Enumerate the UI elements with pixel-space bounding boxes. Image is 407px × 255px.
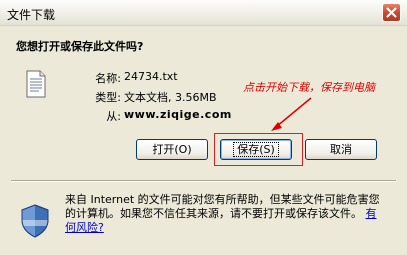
annotation-text: 点击开始下载，保存到电脑 — [243, 81, 375, 94]
cancel-button-label: 取消 — [330, 143, 352, 156]
open-button[interactable]: 打开(O) — [136, 139, 208, 160]
separator — [11, 180, 396, 182]
security-warning: 来自 Internet 的文件可能对您有所帮助，但某些文件可能危害您的计算机。如… — [65, 193, 385, 235]
name-label: 名称: — [95, 72, 121, 85]
dialog-body: 您想打开或保存此文件吗? 名称: 24734.txt 类型: 文本文档, 3.5… — [3, 26, 404, 252]
close-button[interactable] — [382, 3, 401, 22]
cancel-button[interactable]: 取消 — [305, 139, 377, 160]
save-button[interactable]: 保存(S) — [220, 139, 292, 160]
save-button-label: 保存(S) — [233, 142, 279, 157]
type-value: 文本文档, 3.56MB — [124, 91, 217, 104]
warning-text: 来自 Internet 的文件可能对您有所帮助，但某些文件可能危害您的计算机。如… — [65, 193, 380, 220]
window-title: 文件下载 — [7, 8, 56, 22]
from-label: 从: — [106, 110, 121, 123]
open-button-label: 打开(O) — [152, 143, 192, 156]
text-file-icon — [26, 70, 46, 98]
security-shield-icon — [21, 204, 49, 238]
dialog-question: 您想打开或保存此文件吗? — [16, 40, 144, 53]
close-icon — [386, 7, 397, 18]
title-bar: 文件下载 — [0, 0, 407, 26]
from-value: www.ziqige.com — [124, 108, 232, 121]
type-label: 类型: — [95, 91, 121, 104]
name-value: 24734.txt — [124, 70, 178, 83]
